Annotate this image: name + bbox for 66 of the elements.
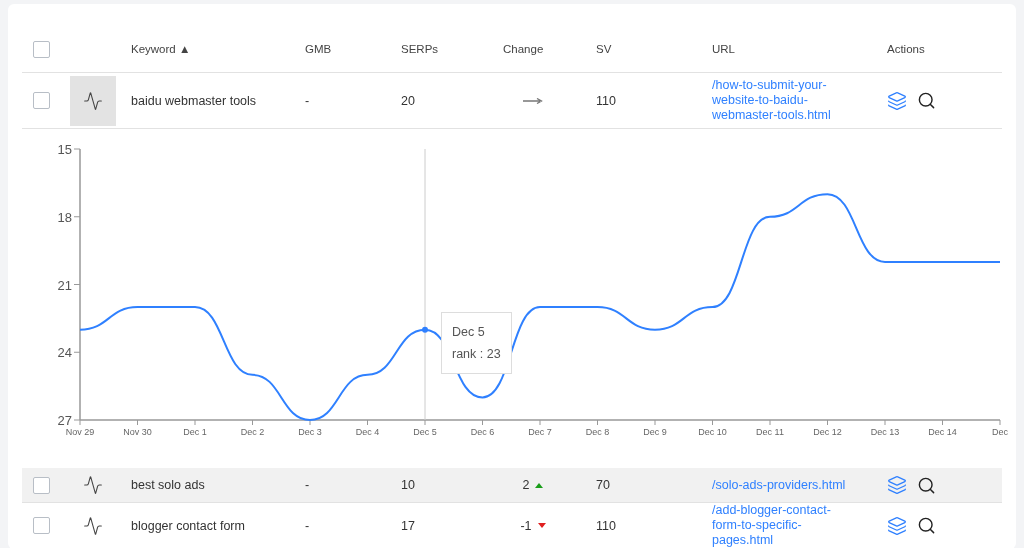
column-header: SERPs — [401, 43, 440, 55]
column-header: Actions — [887, 43, 926, 55]
gmb-cell-text: - — [305, 478, 311, 492]
keyword-cell-text: baidu webmaster tools — [131, 93, 258, 108]
column-header[interactable]: Keyword ▲ — [131, 43, 305, 55]
x-tick-label: Dec 14 — [928, 427, 957, 437]
url-link[interactable]: /solo-ads-providers.html — [712, 477, 852, 493]
x-tick-label: Dec 9 — [643, 427, 667, 437]
y-tick-label: 15 — [57, 142, 72, 157]
pulse-icon — [83, 90, 103, 111]
x-tick-label: Nov 30 — [123, 427, 152, 437]
row-checkbox[interactable] — [33, 92, 50, 109]
search-button[interactable] — [917, 91, 936, 110]
up-triangle-icon — [535, 482, 544, 488]
x-tick-label: Dec 10 — [698, 427, 727, 437]
column-header: GMB — [305, 43, 333, 55]
pulse-icon — [83, 475, 103, 495]
url-link[interactable]: /add-blogger-contact-form-to-specific-pages.html — [712, 503, 852, 548]
sv-cell-text: 110 — [596, 93, 617, 108]
select-all-checkbox[interactable] — [33, 40, 50, 58]
keyword-cell-text: best solo ads — [131, 478, 206, 492]
keyword-cell-text: blogger contact form — [131, 518, 246, 533]
serps-cell-text: 17 — [401, 518, 416, 533]
x-tick-label: Dec 8 — [585, 427, 610, 437]
chart-toggle-button[interactable] — [70, 75, 116, 126]
search-button[interactable] — [917, 475, 936, 495]
column-header: SV — [596, 43, 613, 55]
y-tick-label: 21 — [57, 277, 72, 293]
serps-cell-text: 20 — [401, 93, 416, 108]
down-triangle-icon — [537, 523, 546, 528]
url-link[interactable]: /how-to-submit-your-website-to-baidu-webmaster-tools.html — [712, 78, 852, 123]
column-header: Change — [503, 43, 545, 55]
tooltip-date: Dec 5 — [452, 323, 486, 341]
x-tick-label: Dec 7 — [528, 427, 552, 437]
right-arrow-icon — [523, 97, 543, 104]
layers-button[interactable] — [887, 515, 907, 536]
layers-button[interactable] — [887, 475, 907, 495]
x-tick-label: Dec 2 — [240, 427, 265, 437]
tooltip-value: rank : 23 — [452, 345, 501, 363]
x-tick-label: Dec — [992, 427, 1008, 437]
serps-cell-text: 10 — [401, 478, 416, 492]
gmb-cell-text: - — [305, 518, 311, 533]
y-tick-label: 24 — [57, 345, 72, 361]
hover-point — [422, 326, 428, 333]
x-tick-label: Dec 12 — [813, 427, 842, 437]
pulse-icon — [83, 515, 103, 536]
search-button[interactable] — [917, 516, 936, 535]
x-tick-label: Dec 1 — [183, 427, 207, 437]
y-tick-label: 27 — [57, 413, 72, 428]
x-tick-label: Dec 3 — [298, 427, 322, 437]
y-tick-label: 18 — [57, 209, 72, 225]
sv-cell-text: 70 — [596, 478, 611, 492]
column-header: URL — [712, 43, 736, 55]
gmb-cell-text: - — [305, 93, 311, 108]
layers-button[interactable] — [887, 90, 907, 111]
row-checkbox[interactable] — [33, 517, 50, 534]
sv-cell-text: 110 — [596, 518, 617, 533]
x-tick-label: Dec 6 — [470, 427, 495, 437]
x-tick-label: Nov 29 — [65, 427, 95, 437]
x-tick-label: Dec 5 — [413, 427, 437, 437]
x-tick-label: Dec 4 — [355, 427, 380, 437]
x-tick-label: Dec 13 — [870, 427, 900, 437]
change-value: -1 — [520, 518, 532, 533]
change-value: 2 — [522, 478, 530, 492]
x-tick-label: Dec 11 — [756, 427, 784, 437]
row-checkbox[interactable] — [33, 476, 50, 494]
